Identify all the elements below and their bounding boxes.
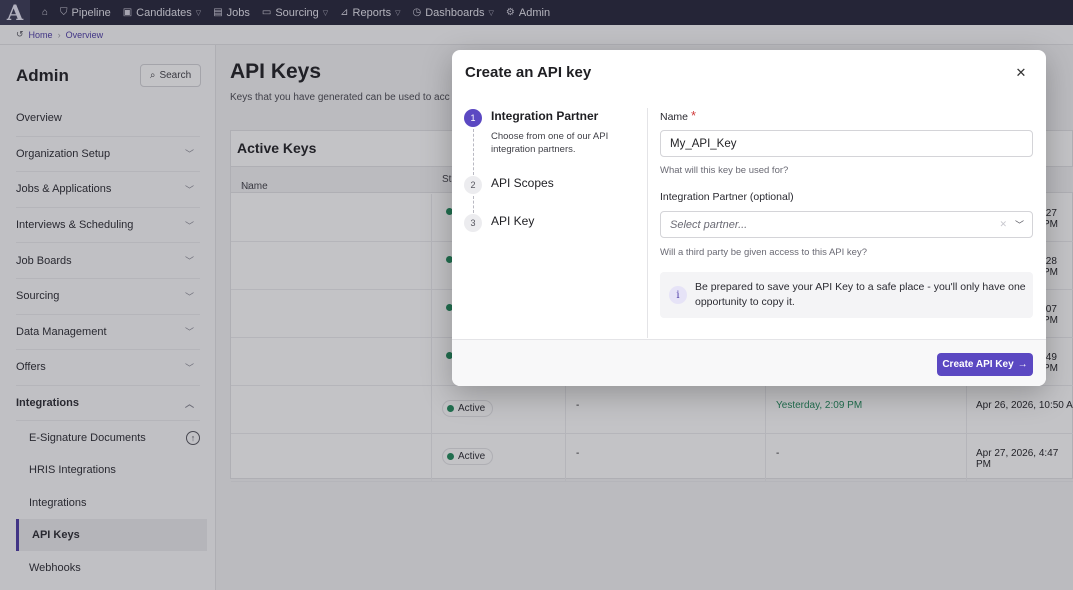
step-number-2: 2: [464, 176, 482, 194]
step-description: Choose from one of our API integration p…: [491, 131, 609, 155]
chevron-down-icon: ﹀: [1014, 220, 1024, 230]
step-connector: [472, 129, 474, 175]
arrow-right-icon: →: [1017, 359, 1028, 370]
step-number-3: 3: [464, 214, 482, 232]
create-api-key-modal: Create an API key ✕ 1 Integration Partne…: [452, 50, 1046, 386]
modal-footer: Create API Key →: [452, 339, 1046, 386]
close-icon[interactable]: ✕: [1014, 65, 1028, 80]
info-text: Be prepared to save your API Key to a sa…: [695, 281, 1026, 308]
name-input[interactable]: My_API_Key: [660, 130, 1033, 157]
name-help-text: What will this key be used for?: [660, 165, 789, 176]
name-label: Name *: [660, 108, 696, 123]
step-label-integration-partner[interactable]: Integration Partner: [491, 109, 598, 123]
step-label-api-key[interactable]: API Key: [491, 214, 534, 228]
info-icon: i: [669, 286, 687, 304]
required-marker: *: [690, 108, 696, 123]
integration-partner-label: Integration Partner (optional): [660, 191, 794, 203]
create-api-key-button[interactable]: Create API Key →: [937, 353, 1033, 376]
step-label-api-scopes[interactable]: API Scopes: [491, 176, 554, 190]
clear-icon[interactable]: ✕: [999, 219, 1007, 230]
modal-title: Create an API key: [465, 64, 592, 81]
integration-partner-select[interactable]: Select partner... ✕ ﹀: [660, 211, 1033, 238]
partner-help-text: Will a third party be given access to th…: [660, 247, 867, 258]
info-callout: i Be prepared to save your API Key to a …: [660, 272, 1033, 318]
modal-divider: [647, 108, 648, 338]
step-connector: [472, 196, 474, 213]
step-number-1: 1: [464, 109, 482, 127]
